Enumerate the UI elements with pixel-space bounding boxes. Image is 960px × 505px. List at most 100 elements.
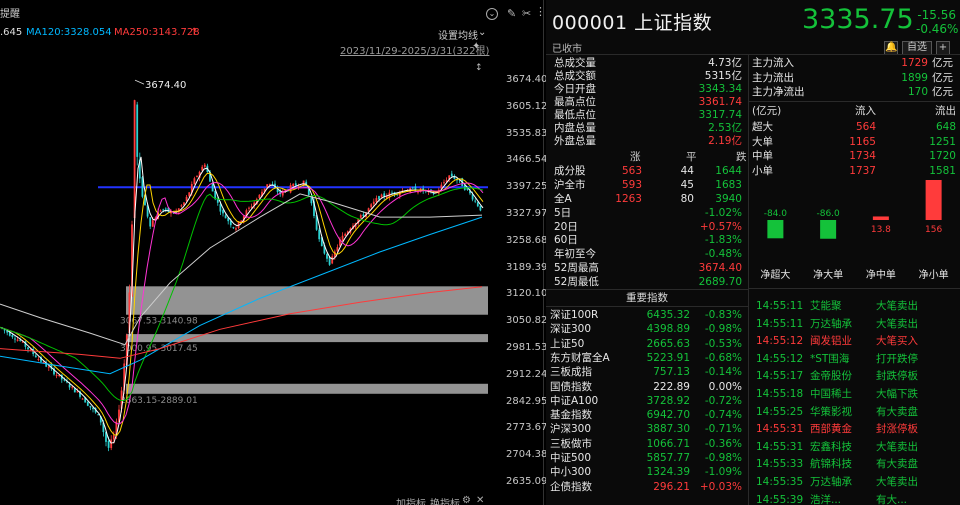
stat-label: 总成交额 xyxy=(554,70,596,82)
tape-time: 14:55:31 xyxy=(756,423,804,436)
candle-body xyxy=(16,339,19,341)
price-zone[interactable] xyxy=(126,286,488,315)
period-value: 3674.40 xyxy=(698,261,742,274)
index-pct: -0.98% xyxy=(704,452,742,464)
candle-body xyxy=(110,439,113,449)
y-tick-label: 3397.25 xyxy=(506,181,548,193)
collapse-chevron-icon[interactable]: ⌄ xyxy=(486,8,498,20)
candle-body xyxy=(81,398,84,400)
flow-summary-label: 主力净流出 xyxy=(752,86,805,98)
index-name[interactable]: 深证100R xyxy=(550,309,598,322)
candle-body xyxy=(180,205,183,207)
market-status: 已收市 xyxy=(552,44,582,55)
period-label: 5日 xyxy=(554,207,572,219)
index-value: 296.21 xyxy=(653,480,690,493)
price-zone[interactable] xyxy=(126,383,488,394)
index-pct: 0.00% xyxy=(708,380,742,393)
candle-body xyxy=(292,183,295,187)
flow-row-out: 1720 xyxy=(929,150,956,162)
tape-stock[interactable]: 金帝股份 xyxy=(810,370,852,383)
flow-summary-value: 1899 xyxy=(901,71,928,84)
index-value: 4398.89 xyxy=(646,323,690,336)
add-select-button[interactable]: + xyxy=(936,41,950,55)
kline-chart[interactable]: 3067.53-3140.983000.95-3017.452863.15-28… xyxy=(0,0,544,505)
swap-indicator-tab[interactable]: 换指标 xyxy=(430,495,460,505)
candle-body xyxy=(248,207,250,209)
index-pct: -0.14% xyxy=(704,366,742,379)
index-name[interactable]: 中证A100 xyxy=(550,395,598,408)
index-name[interactable]: 东方财富全A xyxy=(550,352,610,365)
tape-stock[interactable]: 浩洋... xyxy=(810,494,841,505)
candle-body xyxy=(112,435,115,440)
tape-type: 打开跌停 xyxy=(876,352,918,365)
bell-icon[interactable]: 🔔 xyxy=(884,41,898,55)
kline-chart-panel[interactable]: 3067.53-3140.98 3000.95-3017.45 2863.15-28… xyxy=(0,0,548,505)
tape-stock[interactable]: 万达轴承 xyxy=(810,476,852,489)
pen-icon[interactable]: ✎ xyxy=(507,8,516,20)
index-pct: +0.03% xyxy=(699,480,742,493)
tape-type: 大笔卖出 xyxy=(876,317,918,330)
index-value: 5223.91 xyxy=(646,351,690,364)
add-indicator-tab[interactable]: 加指标 xyxy=(396,495,426,505)
index-name[interactable]: 基金指数 xyxy=(550,409,592,422)
candle-body xyxy=(310,196,313,204)
pin-icon[interactable]: ✦ xyxy=(472,41,480,53)
candle-body xyxy=(11,335,14,338)
breadth-flat: 45 xyxy=(680,179,694,191)
index-name[interactable]: 三板做市 xyxy=(550,438,592,451)
close-icon[interactable]: ✕ xyxy=(476,495,484,505)
candle-body xyxy=(375,198,378,203)
candle-body xyxy=(37,359,40,361)
net-flow-value: 156 xyxy=(925,225,942,235)
index-name[interactable]: 上证50 xyxy=(550,338,584,351)
wrench-icon[interactable]: ✂ xyxy=(522,8,531,20)
index-pct: -1.09% xyxy=(704,466,742,479)
date-range-label[interactable]: 2023/11/29-2025/3/31(322根) xyxy=(340,42,489,57)
stat-value: 2.53亿 xyxy=(708,122,742,134)
tape-stock[interactable]: 艾能聚 xyxy=(810,300,842,313)
tape-type: 大笔卖出 xyxy=(876,440,918,453)
expand-icon[interactable]: ↕ xyxy=(475,62,483,74)
tape-stock[interactable]: 闽发铝业 xyxy=(810,335,852,348)
ma250-arrow-icon: ↑ xyxy=(190,27,199,38)
candle-body xyxy=(55,375,58,377)
index-name[interactable]: 深证300 xyxy=(550,323,591,336)
index-name[interactable]: 企债指数 xyxy=(550,481,592,494)
index-name[interactable]: 中证500 xyxy=(550,452,591,465)
tape-stock[interactable]: 航锦科技 xyxy=(810,458,852,471)
gear-icon[interactable]: ⚙ xyxy=(462,495,471,505)
index-name[interactable]: 三板成指 xyxy=(550,366,592,379)
index-pct: -0.83% xyxy=(704,309,742,321)
candle-body xyxy=(326,253,328,259)
net-flow-label: 净小单 xyxy=(919,268,949,281)
tape-stock[interactable]: 中国稀土 xyxy=(810,388,852,401)
flow-row-in: 1734 xyxy=(849,150,876,162)
candle-body xyxy=(370,204,373,208)
y-tick-label: 3674.40 xyxy=(506,74,548,85)
index-pct: -0.71% xyxy=(704,423,742,436)
price-zone[interactable] xyxy=(126,334,488,343)
index-name[interactable]: 中小300 xyxy=(550,466,591,479)
candle-body xyxy=(380,194,383,198)
tape-stock[interactable]: 西部黄金 xyxy=(810,423,852,436)
change-percent: -0.46% xyxy=(916,22,959,36)
index-name[interactable]: 沪深300 xyxy=(550,423,591,436)
divider xyxy=(546,289,748,290)
self-select-button[interactable]: 自选 xyxy=(902,41,932,55)
breadth-down: 3940 xyxy=(715,193,742,205)
flow-row-label: 超大 xyxy=(752,121,773,133)
tape-stock[interactable]: 宏鑫科技 xyxy=(810,441,852,454)
candle-body xyxy=(14,338,16,340)
more-menu-icon[interactable]: ⋮ xyxy=(535,6,546,18)
chevron-down-icon[interactable]: ⌄ xyxy=(478,27,486,41)
ma-left-value: .645 xyxy=(0,27,23,38)
candle-body xyxy=(71,386,74,388)
index-name[interactable]: 国债指数 xyxy=(550,381,592,394)
tape-stock[interactable]: *ST围海 xyxy=(810,353,849,366)
settings-ma-button[interactable]: 设置均线 xyxy=(438,27,478,42)
tape-stock[interactable]: 华策影视 xyxy=(810,406,852,419)
tape-time: 14:55:31 xyxy=(756,440,804,453)
period-value: -1.02% xyxy=(704,207,742,219)
tape-stock[interactable]: 万达轴承 xyxy=(810,318,852,331)
breadth-up: 1263 xyxy=(615,193,642,205)
